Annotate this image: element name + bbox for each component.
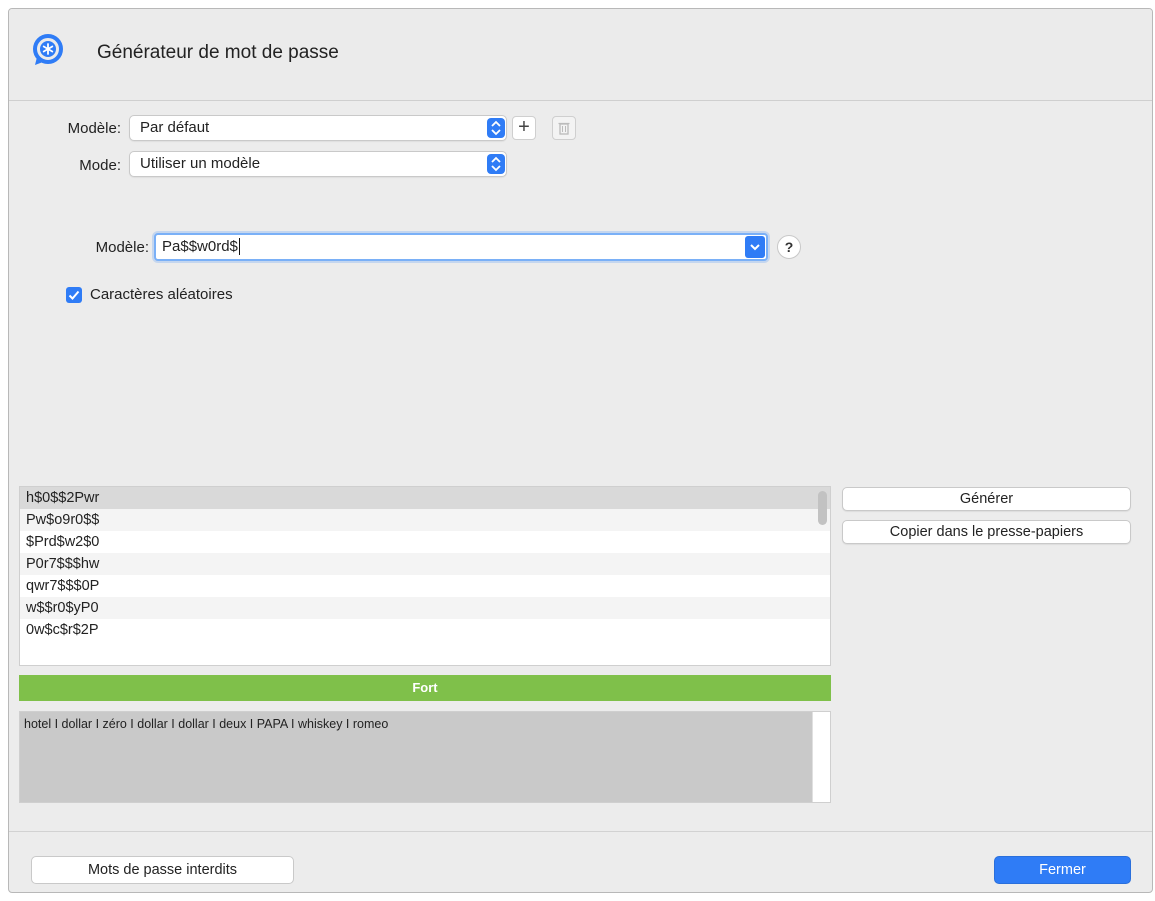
model-preset-select[interactable]: Par défaut [129,115,507,141]
popup-stepper-icon [487,154,505,174]
window-header: Générateur de mot de passe [9,9,1152,101]
delete-model-button[interactable] [552,116,576,140]
generate-button[interactable]: Générer [842,487,1131,511]
phonetic-scrollbar[interactable] [812,712,830,802]
plus-icon: + [518,116,530,138]
mode-select[interactable]: Utiliser un modèle [129,151,507,177]
mode-value: Utiliser un modèle [140,155,261,172]
list-item[interactable]: w$$r0$yP0 [20,597,830,619]
popup-stepper-icon [487,118,505,138]
pattern-input[interactable]: Pa$$w0rd$ [154,233,768,261]
app-refresh-asterisk-icon [33,34,63,65]
list-item[interactable]: h$0$$2Pwr [20,487,830,509]
phonetic-text-area: hotel I dollar I zéro I dollar I dollar … [19,711,831,803]
close-button[interactable]: Fermer [994,856,1131,884]
list-item[interactable]: Pw$o9r0$$ [20,509,830,531]
phonetic-text: hotel I dollar I zéro I dollar I dollar … [24,717,389,731]
list-item[interactable]: 0w$c$r$2P [20,619,830,641]
checkmark-icon [68,290,80,300]
model-preset-label: Modèle: [67,120,121,137]
footer-divider [9,831,1152,832]
forbidden-passwords-button[interactable]: Mots de passe interdits [31,856,294,884]
list-scrollbar[interactable] [818,491,827,525]
copy-clipboard-button[interactable]: Copier dans le presse-papiers [842,520,1131,544]
pattern-value: Pa$$w0rd$ [162,238,238,255]
window-title: Générateur de mot de passe [97,42,339,63]
trash-icon [558,122,570,135]
list-item[interactable]: $Prd$w2$0 [20,531,830,553]
add-model-button[interactable]: + [512,116,536,140]
strength-indicator: Fort [19,675,831,701]
list-item[interactable]: qwr7$$$0P [20,575,830,597]
random-chars-checkbox[interactable] [66,287,82,303]
mode-label: Mode: [79,157,121,174]
chevron-down-icon[interactable] [745,236,765,258]
password-list[interactable]: h$0$$2Pwr Pw$o9r0$$ $Prd$w2$0 P0r7$$$hw … [19,486,831,666]
help-button[interactable]: ? [777,235,801,259]
model-preset-value: Par défaut [140,119,210,136]
list-item[interactable]: P0r7$$$hw [20,553,830,575]
password-generator-window: Générateur de mot de passe Modèle: Par d… [8,8,1153,893]
pattern-label: Modèle: [95,239,149,256]
random-chars-label: Caractères aléatoires [90,286,233,303]
